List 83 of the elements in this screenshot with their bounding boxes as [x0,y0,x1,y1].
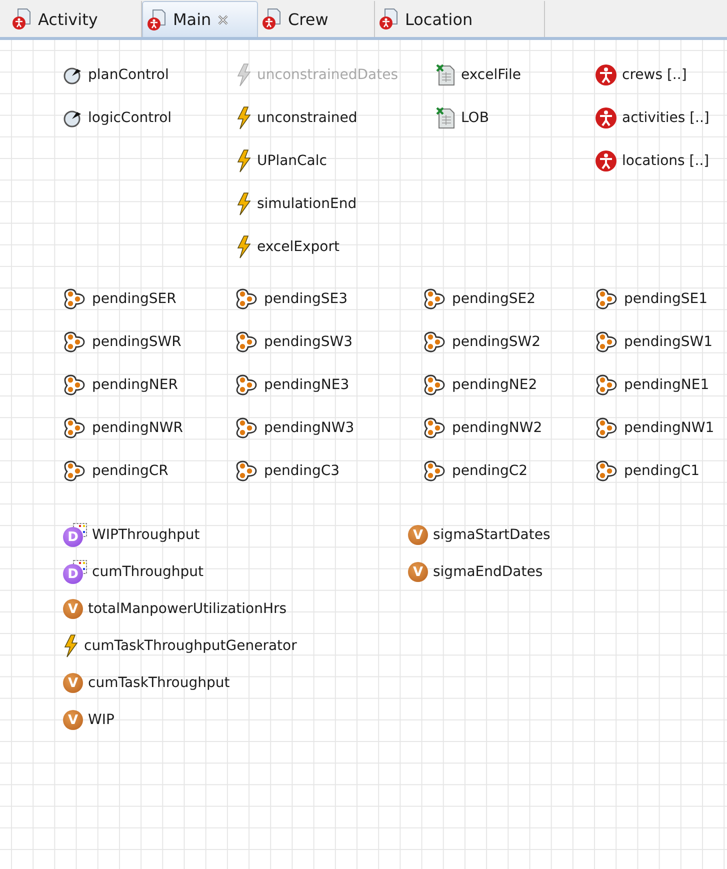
element-label[interactable]: pendingCR [92,463,168,479]
collection-icon [63,374,87,396]
variable-icon: V [408,525,428,545]
element-label[interactable]: pendingNW2 [452,420,542,436]
element-label[interactable]: cumThroughput [92,564,204,580]
collection-icon [595,374,619,396]
agent-document-icon [147,8,167,30]
person-icon [595,150,617,172]
dial-icon [63,108,83,128]
close-icon[interactable] [217,14,230,26]
collection-icon [235,460,259,482]
element-label[interactable]: locations [..] [622,153,710,169]
element-label[interactable]: excelExport [257,239,340,255]
element-label[interactable]: planControl [88,67,169,83]
element-label[interactable]: WIP [88,712,114,728]
collection-icon [63,417,87,439]
element-label[interactable]: pendingSW3 [264,334,353,350]
collection-icon [423,288,447,310]
editor-tab[interactable]: Main [142,1,258,37]
element-label[interactable]: pendingNW3 [264,420,354,436]
collection-icon [235,331,259,353]
person-icon [595,107,617,129]
person-icon [595,64,617,86]
element-label[interactable]: pendingSW1 [624,334,713,350]
agent-document-icon [12,8,32,30]
collection-icon [63,331,87,353]
element-label[interactable]: simulationEnd [257,196,357,212]
collection-icon [235,417,259,439]
lightning-icon [236,192,252,216]
collection-icon [235,288,259,310]
collection-icon [423,331,447,353]
element-label[interactable]: sigmaStartDates [433,527,550,543]
element-label[interactable]: WIPThroughput [92,527,200,543]
variable-icon: V [63,710,83,730]
element-label[interactable]: pendingSE3 [264,291,348,307]
element-label[interactable]: UPlanCalc [257,153,327,169]
element-label[interactable]: pendingNE2 [452,377,538,393]
element-label[interactable]: cumTaskThroughputGenerator [84,638,297,654]
element-label[interactable]: excelFile [461,67,522,83]
element-label[interactable]: pendingSE1 [624,291,708,307]
collection-icon [63,460,87,482]
element-label[interactable]: cumTaskThroughput [88,675,230,691]
element-label[interactable]: unconstrained [257,110,358,126]
element-label[interactable]: pendingSWR [92,334,182,350]
element-label[interactable]: logicControl [88,110,172,126]
element-label[interactable]: pendingNER [92,377,178,393]
variable-icon: V [63,673,83,693]
element-label[interactable]: pendingSER [92,291,176,307]
collection-icon [423,460,447,482]
element-label[interactable]: pendingC3 [264,463,340,479]
element-label[interactable]: pendingSW2 [452,334,541,350]
element-label[interactable]: pendingNE3 [264,377,350,393]
agent-document-icon [262,8,282,30]
collection-icon [235,374,259,396]
variable-icon: V [408,562,428,582]
element-label[interactable]: totalManpowerUtilizationHrs [88,601,287,617]
collection-icon [595,460,619,482]
lightning-icon [236,106,252,130]
element-label[interactable]: pendingC2 [452,463,528,479]
collection-icon [423,417,447,439]
element-label[interactable]: crews [..] [622,67,687,83]
collection-icon [423,374,447,396]
element-label[interactable]: pendingC1 [624,463,700,479]
spreadsheet-icon [436,107,456,129]
dial-icon [63,65,83,85]
element-label[interactable]: sigmaEndDates [433,564,543,580]
collection-icon [595,331,619,353]
lightning-icon [236,63,252,87]
spreadsheet-icon [436,64,456,86]
element-label[interactable]: pendingNWR [92,420,183,436]
element-label[interactable]: pendingNE1 [624,377,710,393]
lightning-icon [236,235,252,259]
element-label[interactable]: pendingNW1 [624,420,714,436]
element-label[interactable]: activities [..] [622,110,710,126]
collection-icon [595,417,619,439]
variable-icon: V [63,599,83,619]
agent-document-icon [379,8,399,30]
lightning-icon [236,149,252,173]
element-label[interactable]: pendingSE2 [452,291,536,307]
lightning-icon [63,634,79,658]
element-label[interactable]: LOB [461,110,489,126]
collection-icon [595,288,619,310]
collection-icon [63,288,87,310]
